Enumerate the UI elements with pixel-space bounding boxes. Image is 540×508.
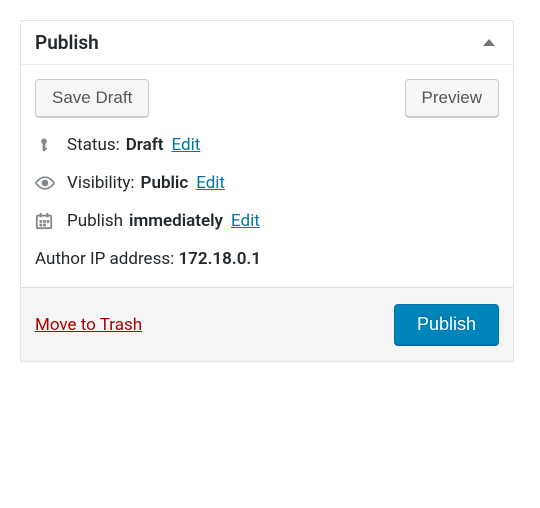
visibility-value: Public xyxy=(141,173,189,193)
schedule-row: Publish immediately Edit xyxy=(35,211,499,231)
collapse-toggle-icon[interactable] xyxy=(483,39,495,46)
key-icon xyxy=(35,136,59,154)
metabox-header: Publish xyxy=(21,21,513,65)
schedule-label: Publish xyxy=(67,211,123,231)
status-edit-link[interactable]: Edit xyxy=(172,135,201,155)
schedule-edit-link[interactable]: Edit xyxy=(231,211,260,231)
metabox-title: Publish xyxy=(35,31,99,54)
draft-preview-row: Save Draft Preview xyxy=(35,79,499,117)
move-to-trash-link[interactable]: Move to Trash xyxy=(35,315,142,335)
status-value: Draft xyxy=(126,135,164,155)
author-ip-row: Author IP address: 172.18.0.1 xyxy=(35,249,499,269)
metabox-footer: Move to Trash Publish xyxy=(21,287,513,361)
visibility-edit-link[interactable]: Edit xyxy=(196,173,225,193)
status-row: Status: Draft Edit xyxy=(35,135,499,155)
eye-icon xyxy=(35,173,59,193)
publish-metabox: Publish Save Draft Preview Status: Draft… xyxy=(20,20,514,362)
save-draft-button[interactable]: Save Draft xyxy=(35,79,149,117)
visibility-label: Visibility: xyxy=(67,173,135,193)
visibility-row: Visibility: Public Edit xyxy=(35,173,499,193)
preview-button[interactable]: Preview xyxy=(405,79,499,117)
metabox-body: Save Draft Preview Status: Draft Edit xyxy=(21,65,513,287)
schedule-value: immediately xyxy=(129,211,223,231)
author-ip-value: 172.18.0.1 xyxy=(178,249,260,269)
calendar-icon xyxy=(35,212,59,230)
status-label: Status: xyxy=(67,135,120,155)
author-ip-label: Author IP address: xyxy=(35,249,174,269)
publish-button[interactable]: Publish xyxy=(394,304,499,345)
